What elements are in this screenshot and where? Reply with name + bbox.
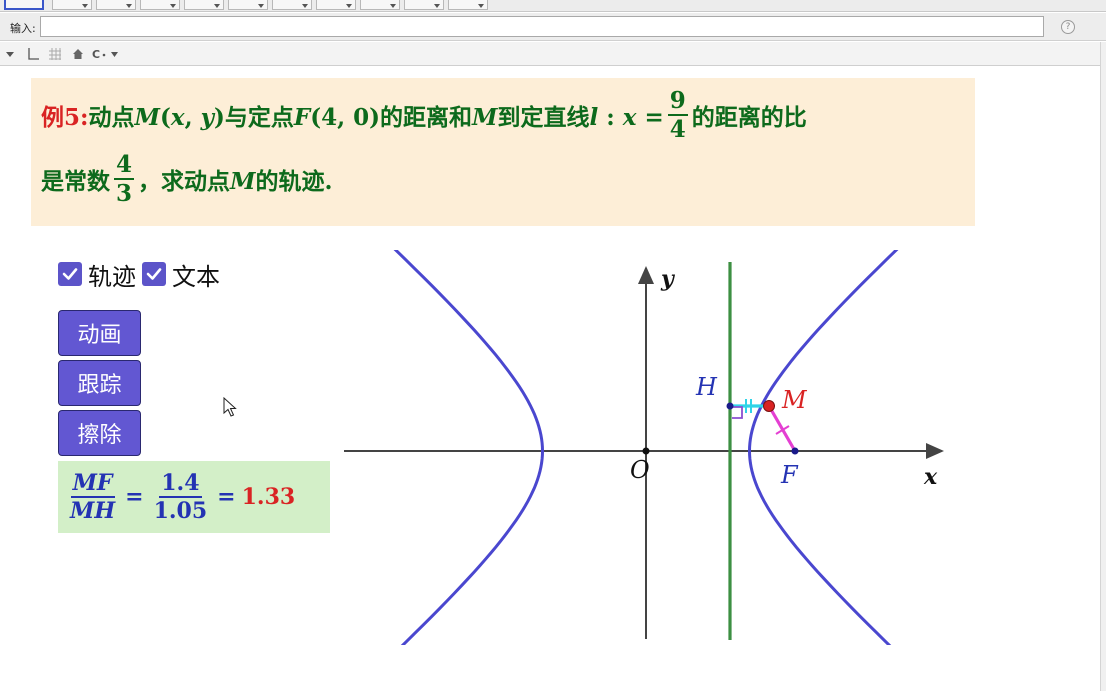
animate-button[interactable]: 动画 [58, 310, 141, 356]
tool-reflect[interactable] [360, 0, 400, 10]
ratio-result: 1.33 [241, 484, 296, 510]
problem-line-2-part-0: ，求动点 [138, 168, 231, 195]
checkbox-trace[interactable] [58, 262, 82, 286]
hyperbola-left-branch[interactable] [339, 250, 545, 645]
tool-ellipse[interactable] [272, 0, 312, 10]
home-icon[interactable] [69, 46, 87, 62]
problem-line-1-part-7: F [293, 104, 311, 131]
axes-icon[interactable] [24, 46, 42, 62]
problem-line-1-part-9: M [472, 104, 498, 131]
hyperbola-right-branch[interactable] [747, 250, 953, 645]
problem-line-1-part-5: y [200, 104, 214, 131]
checkbox-trace-label: 轨迹 [88, 262, 136, 291]
tool-polygon[interactable] [184, 0, 224, 10]
ratio-fraction-symbolic: MF MH [70, 470, 116, 524]
input-label: 输入: [10, 22, 36, 35]
tool-perpendicular[interactable] [140, 0, 180, 10]
x-axis-label: x [923, 464, 938, 490]
equals-sign: = [217, 484, 236, 510]
graphics-view-bar: C [0, 42, 1106, 66]
problem-line-1-part-8: (4, 0)的距离和 [310, 104, 472, 131]
y-axis-label: y [660, 266, 676, 292]
problem-line-1-part-3: x [170, 104, 185, 131]
right-angle-marker [732, 406, 743, 419]
checkbox-text[interactable] [142, 262, 166, 286]
problem-line-1-part-6: )与定点 [213, 104, 294, 131]
geogebra-window: 输入: ? C 例5: 动点M(x, y)与定点F(4, 0)的距离和M到定直线… [0, 0, 1106, 691]
problem-line-1: 例5: 动点M(x, y)与定点F(4, 0)的距离和M到定直线l : x = … [41, 84, 807, 146]
problem-line-2-text: ，求动点M的轨迹. [138, 162, 332, 196]
problem-line-2-part-2: 的轨迹. [255, 168, 333, 195]
problem-line-1-part-12: : [598, 104, 623, 131]
ratio-fraction-numeric: 1.4 1.05 [153, 470, 208, 524]
problem-line-1-part-13: x [622, 104, 637, 131]
problem-line-1-part-1: M [134, 104, 160, 131]
style-bar-toggle-icon[interactable] [4, 46, 16, 62]
checkmark-icon [146, 268, 162, 280]
problem-line-1-part-11: l [589, 104, 599, 131]
tool-point[interactable] [52, 0, 92, 10]
problem-banner: 例5: 动点M(x, y)与定点F(4, 0)的距离和M到定直线l : x = … [31, 78, 975, 226]
erase-button[interactable]: 擦除 [58, 410, 141, 456]
problem-line-1-part-10: 到定直线 [497, 104, 590, 131]
trace-button[interactable]: 跟踪 [58, 360, 141, 406]
problem-line-1-text: 动点M(x, y)与定点F(4, 0)的距离和M到定直线l : x = [89, 98, 664, 132]
tool-angle[interactable] [316, 0, 356, 10]
origin-point [642, 447, 650, 455]
checkbox-row: 轨迹 文本 [58, 259, 226, 291]
problem-line-2: 是常数 4 3 ，求动点M的轨迹. [41, 148, 333, 210]
problem-line-1-part-2: ( [159, 104, 171, 131]
tool-slider[interactable] [404, 0, 444, 10]
checkmark-icon [62, 268, 78, 280]
point-F-label: F [780, 461, 799, 489]
point-capture-icon[interactable]: C [90, 46, 122, 62]
tool-move[interactable] [4, 0, 44, 10]
input-field[interactable] [40, 16, 1044, 37]
input-bar: 输入: ? [0, 13, 1106, 41]
point-F[interactable] [791, 447, 799, 455]
origin-label: O [630, 456, 650, 484]
grid-icon[interactable] [46, 46, 64, 62]
tool-line[interactable] [96, 0, 136, 10]
fraction-4-3: 4 3 [114, 151, 135, 207]
point-H-label: H [695, 373, 718, 401]
problem-label: 例5: [41, 104, 89, 131]
fraction-9-4: 9 4 [667, 87, 688, 143]
problem-line-1-part-4: , [184, 104, 201, 131]
tool-view[interactable] [448, 0, 488, 10]
tool-circle[interactable] [228, 0, 268, 10]
problem-line-1-part-0: 动点 [88, 104, 135, 131]
mouse-cursor-icon [223, 397, 237, 417]
problem-line-2-part-1: M [230, 168, 256, 195]
point-H[interactable] [726, 402, 734, 410]
point-M[interactable] [763, 400, 775, 412]
point-M-label: M [781, 386, 808, 414]
svg-text:C: C [92, 48, 100, 61]
problem-line-1-tail: 的距离的比 [691, 104, 807, 131]
window-right-edge [1100, 42, 1106, 691]
problem-line-2-head: 是常数 [41, 168, 110, 195]
toolbar [0, 0, 1106, 12]
equals-sign: = [125, 484, 144, 510]
help-icon[interactable]: ? [1061, 20, 1075, 34]
ratio-display: MF MH = 1.4 1.05 = 1.33 [58, 461, 330, 533]
problem-line-1-part-14: = [636, 104, 664, 131]
graph-canvas[interactable]: O x y H M F [330, 250, 960, 645]
checkbox-text-label: 文本 [172, 262, 220, 291]
